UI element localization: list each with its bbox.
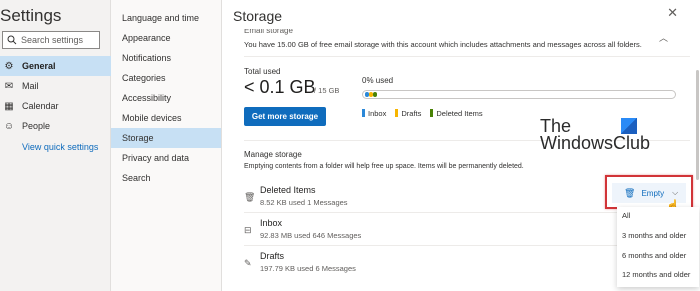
people-icon: ☺ <box>3 120 15 132</box>
total-used-label: Total used <box>244 67 281 76</box>
get-more-storage-button[interactable]: Get more storage <box>244 107 326 126</box>
email-storage-description: You have 15.00 GB of free email storage … <box>244 40 642 49</box>
divider <box>244 56 690 57</box>
trash-icon: 🗑 <box>624 187 636 198</box>
subnav-privacy-data[interactable]: Privacy and data <box>111 148 221 168</box>
folder-meta: 197.79 KB used 6 Messages <box>260 264 356 273</box>
usage-legend: Inbox Drafts Deleted Items <box>362 109 483 118</box>
empty-button-label: Empty <box>641 188 665 198</box>
settings-title: Settings <box>0 6 62 25</box>
gear-icon: ⚙ <box>4 60 14 72</box>
usage-bar-deleted <box>373 92 377 97</box>
folder-name: Deleted Items <box>260 185 316 195</box>
chevron-down-icon: ⌵ <box>672 188 679 197</box>
trash-icon: 🗑 <box>244 192 256 202</box>
watermark-line2: WindowsClub <box>540 133 651 153</box>
legend-inbox-swatch <box>362 109 365 117</box>
legend-deleted-swatch <box>430 109 434 117</box>
nav-mail-label: Mail <box>22 81 39 91</box>
subnav-search[interactable]: Search <box>111 168 221 188</box>
search-icon <box>7 35 17 45</box>
legend-drafts: Drafts <box>395 109 421 118</box>
nav-calendar-label: Calendar <box>22 101 59 111</box>
nav-people[interactable]: ☺ People <box>0 116 111 136</box>
chevron-up-icon[interactable]: ︿ <box>659 31 668 44</box>
menu-item-3-months[interactable]: 3 months and older <box>622 231 686 240</box>
legend-deleted: Deleted Items <box>430 109 483 118</box>
subnav-appearance[interactable]: Appearance <box>111 28 221 48</box>
subnav-mobile-devices[interactable]: Mobile devices <box>111 108 221 128</box>
calendar-icon: ▦ <box>4 100 14 112</box>
search-settings-input[interactable]: Search settings <box>2 31 100 49</box>
legend-inbox-label: Inbox <box>368 109 387 118</box>
subnav-storage[interactable]: Storage <box>111 128 221 148</box>
subnav-notifications[interactable]: Notifications <box>111 48 221 68</box>
subnav-language-time[interactable]: Language and time <box>111 8 221 28</box>
total-used-value: < 0.1 GB <box>244 77 316 97</box>
subnav-categories[interactable]: Categories <box>111 68 221 88</box>
pencil-icon: ✎ <box>244 258 252 268</box>
legend-deleted-label: Deleted Items <box>436 109 483 118</box>
view-quick-settings-link[interactable]: View quick settings <box>22 142 98 152</box>
empty-options-menu: All 3 months and older 6 months and olde… <box>617 207 699 287</box>
manage-storage-title: Manage storage <box>244 150 302 159</box>
folder-name: Inbox <box>260 218 283 228</box>
menu-item-12-months[interactable]: 12 months and older <box>622 270 690 279</box>
inbox-icon: ⊟ <box>244 225 252 235</box>
nav-general-label: General <box>22 61 56 71</box>
email-storage-heading: Email storage <box>244 29 293 35</box>
mail-icon: ✉ <box>4 80 14 92</box>
settings-subnav: Language and time Appearance Notificatio… <box>111 0 222 291</box>
nav-mail[interactable]: ✉ Mail <box>0 76 111 96</box>
folder-name: Drafts <box>260 251 285 261</box>
legend-drafts-swatch <box>395 109 399 117</box>
manage-storage-description: Emptying contents from a folder will hel… <box>244 163 524 170</box>
close-icon[interactable]: ✕ <box>667 5 678 21</box>
search-placeholder: Search settings <box>21 35 84 45</box>
legend-drafts-label: Drafts <box>401 109 422 118</box>
watermark-logo <box>621 118 637 134</box>
menu-item-all[interactable]: All <box>622 211 630 220</box>
nav-calendar[interactable]: ▦ Calendar <box>0 96 111 116</box>
total-quota: / 15 GB <box>314 86 340 95</box>
page-title: Storage <box>233 8 283 24</box>
nav-general[interactable]: ⚙ General <box>0 56 111 76</box>
settings-sidebar: Settings Search settings ⚙ General ✉ Mai… <box>0 0 111 291</box>
storage-usage-bar <box>362 90 676 99</box>
folder-meta: 92.83 MB used 646 Messages <box>260 231 362 240</box>
legend-inbox: Inbox <box>362 109 386 118</box>
subnav-accessibility[interactable]: Accessibility <box>111 88 221 108</box>
menu-item-6-months[interactable]: 6 months and older <box>622 251 686 260</box>
nav-people-label: People <box>22 121 51 131</box>
scrollbar[interactable] <box>695 30 700 190</box>
scrollbar-thumb[interactable] <box>696 70 699 180</box>
folder-meta: 8.52 KB used 1 Messages <box>260 198 348 207</box>
percent-used: 0% used <box>362 76 394 85</box>
